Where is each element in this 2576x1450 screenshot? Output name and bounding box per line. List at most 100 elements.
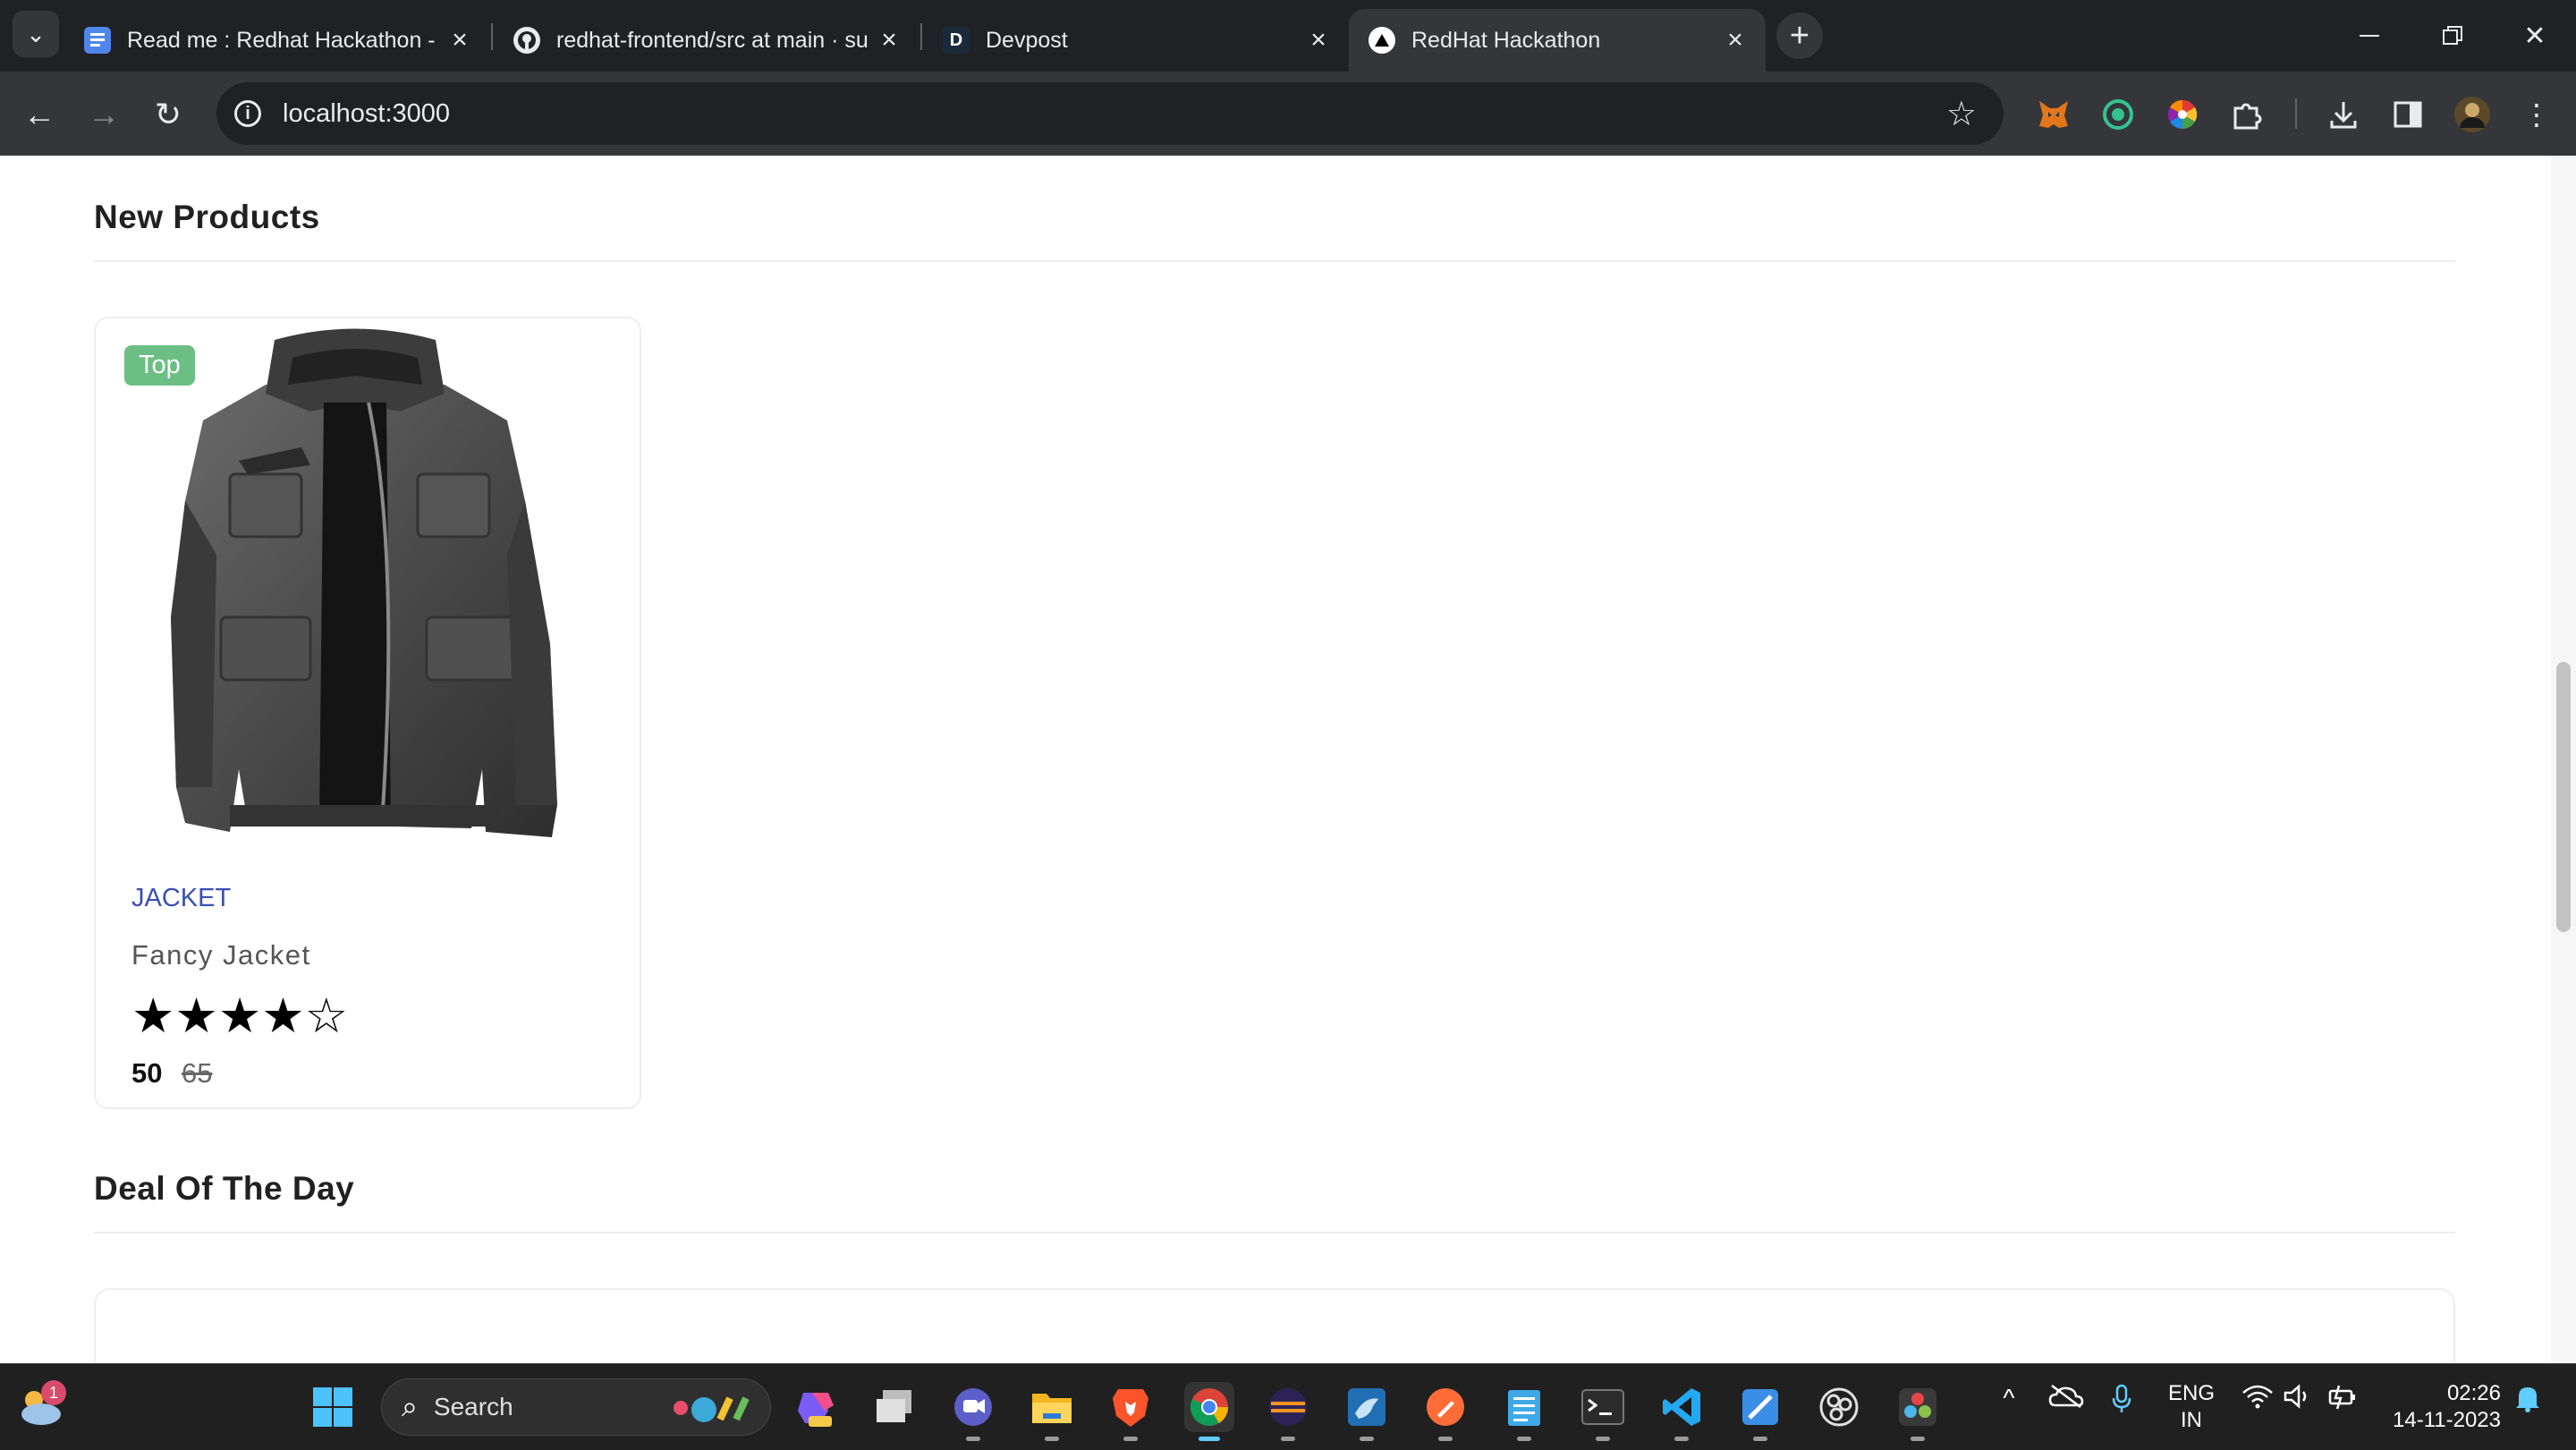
tab-separator	[491, 23, 493, 50]
tab-title: redhat-frontend/src at main · su	[556, 27, 869, 53]
language-indicator[interactable]: ENG IN	[2168, 1380, 2215, 1434]
davinci-resolve-icon[interactable]	[1893, 1382, 1943, 1441]
start-button[interactable]	[308, 1382, 358, 1432]
obs-studio-icon[interactable]	[1814, 1382, 1864, 1432]
tab-title: Devpost	[986, 27, 1068, 53]
running-indicator	[1438, 1437, 1453, 1441]
wifi-icon[interactable]	[2240, 1384, 2275, 1409]
volume-icon[interactable]	[2281, 1384, 2317, 1409]
search-icon: ⌕	[402, 1390, 418, 1422]
chrome-icon[interactable]	[1184, 1382, 1234, 1441]
close-icon[interactable]: ×	[1301, 25, 1336, 55]
site-info-icon[interactable]: i	[234, 100, 261, 127]
devpost-icon: D	[943, 27, 970, 54]
tab-title: RedHat Hackathon	[1411, 27, 1601, 53]
running-indicator	[1281, 1437, 1295, 1441]
clock-date: 14-11-2023	[2393, 1408, 2501, 1432]
tab-devpost[interactable]: D Devpost ×	[923, 9, 1349, 72]
running-indicator	[1360, 1437, 1374, 1441]
tab-search-button[interactable]: ⌄	[13, 11, 59, 57]
search-highlight-art-icon	[674, 1396, 750, 1422]
new-tab-button[interactable]: +	[1776, 13, 1823, 59]
running-indicator	[1753, 1437, 1767, 1441]
product-rating-stars: ★★★★☆	[131, 989, 349, 1043]
vscode-icon[interactable]	[1657, 1382, 1707, 1441]
weather-widget[interactable]: 1	[14, 1380, 68, 1434]
running-indicator	[1674, 1437, 1689, 1441]
bookmark-star-icon[interactable]: ☆	[1946, 94, 1977, 134]
product-price: 50	[131, 1057, 163, 1089]
eclipse-ide-icon[interactable]	[1263, 1382, 1313, 1441]
metamask-icon[interactable]	[2034, 95, 2073, 134]
download-icon[interactable]	[2324, 95, 2363, 134]
product-name[interactable]: Fancy Jacket	[131, 939, 311, 971]
url-text[interactable]: localhost:3000	[283, 99, 450, 129]
page-scrollbar-thumb[interactable]	[2556, 662, 2571, 932]
menu-kebab-icon[interactable]: ⋮	[2517, 95, 2556, 134]
new-products-heading: New Products	[94, 199, 320, 235]
region-code: IN	[2181, 1408, 2202, 1432]
tab-redhat-hackathon[interactable]: RedHat Hackathon ×	[1349, 9, 1766, 72]
microphone-icon[interactable]	[2104, 1384, 2140, 1414]
tab-title: Read me : Redhat Hackathon - G	[127, 27, 442, 53]
restore-button[interactable]	[2420, 13, 2485, 59]
close-icon[interactable]: ×	[1717, 25, 1753, 55]
taskbar-search[interactable]: ⌕ Search	[381, 1378, 771, 1436]
task-view-icon[interactable]	[869, 1382, 919, 1432]
back-button[interactable]: ←	[16, 91, 63, 138]
tab-github[interactable]: redhat-frontend/src at main · su ×	[494, 9, 919, 72]
mysql-workbench-icon[interactable]	[1342, 1382, 1392, 1441]
clock-time: 02:26	[2446, 1381, 2501, 1405]
forward-button[interactable]: →	[80, 91, 127, 138]
github-icon	[513, 27, 540, 54]
copilot-icon[interactable]	[791, 1382, 841, 1432]
onedrive-icon[interactable]	[2045, 1384, 2088, 1409]
product-image-jacket[interactable]	[131, 322, 606, 850]
restore-icon	[2443, 26, 2462, 45]
section-divider	[94, 260, 2455, 262]
extensions-puzzle-icon[interactable]	[2227, 95, 2267, 134]
windows-logo-icon	[313, 1387, 352, 1427]
postman-icon[interactable]	[1420, 1382, 1470, 1441]
notification-bell-icon[interactable]	[2510, 1384, 2546, 1412]
language-code: ENG	[2168, 1381, 2216, 1405]
teams-chat-icon[interactable]	[948, 1382, 998, 1441]
extension-green-circle-icon[interactable]	[2098, 95, 2138, 134]
running-indicator	[1596, 1437, 1610, 1441]
show-hidden-icons-chevron-icon[interactable]: ^	[1991, 1384, 2027, 1412]
forward-arrow-icon: →	[88, 96, 120, 132]
running-indicator	[1123, 1437, 1138, 1441]
brave-browser-icon[interactable]	[1106, 1382, 1156, 1441]
close-icon[interactable]: ×	[871, 25, 907, 55]
browser-toolbar: ← → ↻ i localhost:3000 ☆ ⋮	[0, 72, 2576, 156]
system-clock[interactable]: 02:26 14-11-2023	[2385, 1380, 2501, 1434]
file-explorer-icon[interactable]	[1027, 1382, 1077, 1441]
close-window-button[interactable]: ✕	[2503, 13, 2567, 59]
running-indicator	[1517, 1437, 1531, 1441]
minimize-button[interactable]	[2338, 13, 2402, 59]
color-wheel-extension-icon[interactable]	[2163, 95, 2202, 134]
product-category-link[interactable]: JACKET	[131, 884, 231, 913]
deal-of-the-day-heading: Deal Of The Day	[94, 1170, 355, 1207]
tab-separator	[920, 23, 922, 50]
tab-read-me[interactable]: Read me : Redhat Hackathon - G ×	[64, 9, 490, 72]
nextjs-icon	[1368, 27, 1395, 54]
close-icon: ✕	[2523, 21, 2546, 51]
terminal-icon[interactable]	[1578, 1382, 1628, 1441]
tab-strip: ⌄ Read me : Redhat Hackathon - G × redha…	[0, 0, 2576, 72]
running-indicator	[966, 1437, 980, 1441]
snipping-tool-icon[interactable]	[1735, 1382, 1785, 1441]
side-panel-icon[interactable]	[2388, 95, 2428, 134]
page-content: New Products Top JACKET Fancy Jacket ★★★…	[0, 156, 2576, 1395]
product-card[interactable]: Top JACKET Fancy Jacket ★★★★☆ 50 65	[94, 317, 641, 1109]
running-indicator	[1199, 1437, 1220, 1441]
notepad-icon[interactable]	[1499, 1382, 1549, 1441]
close-icon[interactable]: ×	[442, 25, 478, 55]
reload-button[interactable]: ↻	[145, 91, 191, 138]
battery-icon[interactable]	[2326, 1384, 2361, 1411]
profile-avatar[interactable]	[2453, 95, 2492, 134]
running-indicator	[1911, 1437, 1925, 1441]
toolbar-divider	[2295, 98, 2297, 129]
search-label: Search	[433, 1393, 513, 1420]
address-bar[interactable]: i localhost:3000 ☆	[216, 82, 2004, 145]
